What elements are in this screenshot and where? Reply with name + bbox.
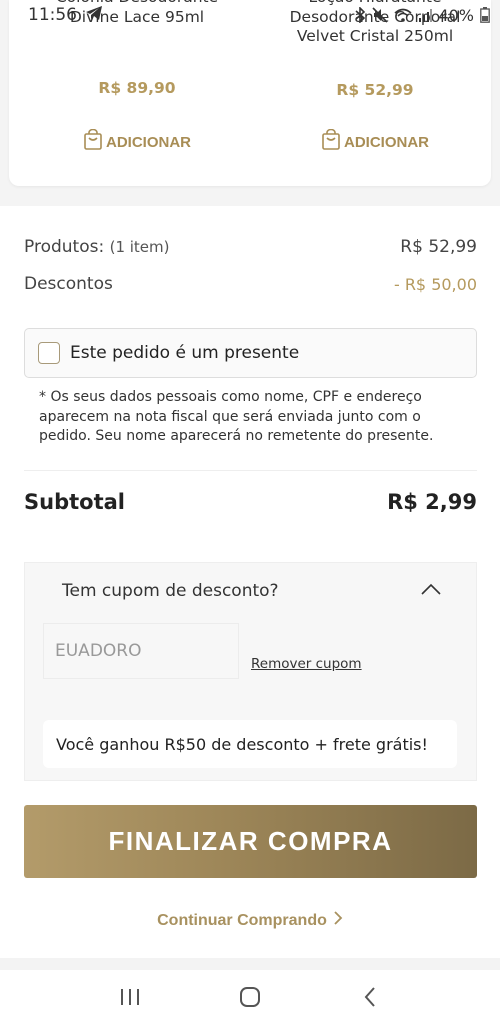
add-to-cart-button[interactable]: ADICIONAR xyxy=(255,128,491,155)
coupon-panel: Tem cupom de desconto? Remover cupom Voc… xyxy=(24,562,477,781)
status-time: 11:56 xyxy=(28,5,77,25)
recent-apps-icon xyxy=(119,987,141,1011)
back-button[interactable] xyxy=(340,974,400,1024)
mute-icon xyxy=(372,7,389,23)
home-icon xyxy=(239,986,261,1012)
products-count: (1 item) xyxy=(109,238,170,256)
add-to-cart-label: ADICIONAR xyxy=(344,133,429,151)
bluetooth-icon xyxy=(354,7,366,23)
subtotal-label: Subtotal xyxy=(24,490,125,514)
products-summary-row: Produtos: (1 item) R$ 52,99 xyxy=(24,237,477,257)
coupon-input[interactable] xyxy=(43,623,239,679)
status-bar: 11:56 40% xyxy=(0,0,500,30)
battery-icon xyxy=(480,7,490,23)
continue-shopping-link[interactable]: Continuar Comprando xyxy=(0,910,500,931)
products-label: Produtos: xyxy=(24,237,105,257)
system-navigation-bar xyxy=(0,970,500,1028)
divider xyxy=(24,470,477,471)
home-button[interactable] xyxy=(220,974,280,1024)
add-to-cart-button[interactable]: ADICIONAR xyxy=(17,128,257,155)
subtotal-row: Subtotal R$ 2,99 xyxy=(24,490,477,514)
continue-shopping-label: Continuar Comprando xyxy=(157,911,327,929)
coupon-toggle[interactable]: Tem cupom de desconto? xyxy=(62,581,442,601)
discounts-value: - R$ 50,00 xyxy=(393,274,477,294)
telegram-icon xyxy=(85,5,103,26)
battery-percent: 40% xyxy=(438,5,474,25)
chevron-right-icon xyxy=(333,910,343,931)
coupon-header-label: Tem cupom de desconto? xyxy=(62,581,279,601)
wifi-icon xyxy=(394,7,412,23)
shopping-bag-icon xyxy=(321,128,341,155)
checkout-button[interactable]: FINALIZAR COMPRA xyxy=(24,805,477,878)
discounts-summary-row: Descontos - R$ 50,00 xyxy=(24,274,477,294)
remove-coupon-link[interactable]: Remover cupom xyxy=(251,656,362,672)
gift-option[interactable]: Este pedido é um presente xyxy=(24,328,477,378)
gift-note: * Os seus dados pessoais como nome, CPF … xyxy=(39,389,434,444)
recent-apps-button[interactable] xyxy=(100,974,160,1024)
back-icon xyxy=(363,986,377,1012)
shopping-bag-icon xyxy=(83,128,103,155)
product-price: R$ 52,99 xyxy=(336,81,414,99)
products-value: R$ 52,99 xyxy=(400,237,477,257)
bottom-divider xyxy=(0,958,500,970)
coupon-success-message: Você ganhou R$50 de desconto + frete grá… xyxy=(43,720,457,768)
chevron-up-icon xyxy=(420,581,442,601)
discounts-label: Descontos xyxy=(24,274,113,294)
subtotal-value: R$ 2,99 xyxy=(387,490,477,514)
signal-icon xyxy=(418,8,433,22)
gift-checkbox[interactable] xyxy=(38,342,60,364)
product-price: R$ 89,90 xyxy=(98,79,176,97)
gift-label: Este pedido é um presente xyxy=(70,343,300,363)
add-to-cart-label: ADICIONAR xyxy=(106,133,191,151)
